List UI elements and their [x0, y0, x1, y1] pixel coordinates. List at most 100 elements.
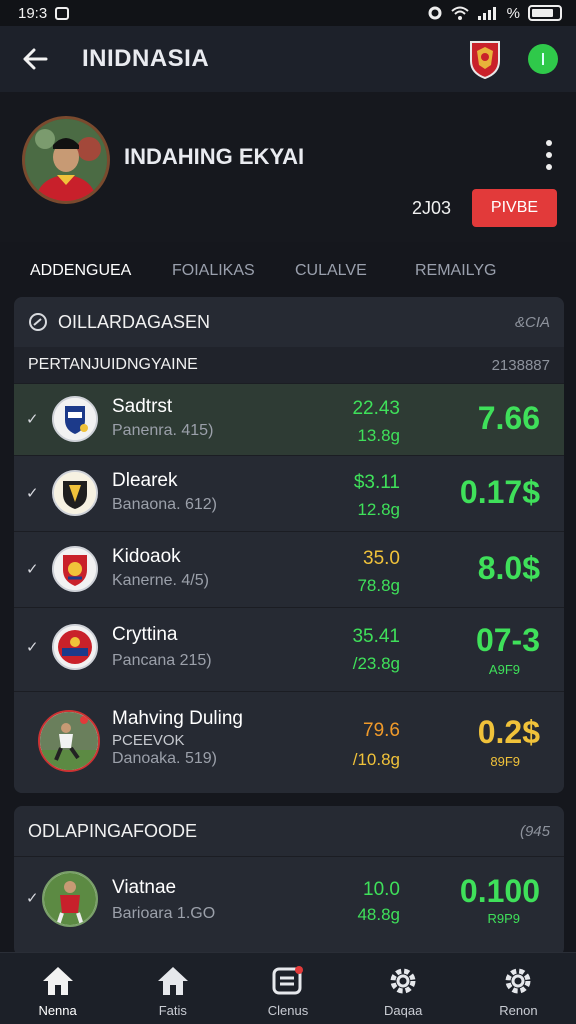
row-value-sub: R9P9 — [487, 911, 520, 926]
nav-label: Clenus — [267, 1003, 309, 1018]
row-value: 8.0$ — [477, 550, 540, 586]
team-crest-icon[interactable] — [468, 39, 502, 79]
nav-item-fatis[interactable]: Fatis — [115, 953, 230, 1024]
battery-icon — [528, 5, 562, 21]
section-meta: (945 — [519, 822, 550, 840]
section-card-1: OILLARDAGASEN &CIA PERTANJUIDNGYAINE 213… — [14, 297, 564, 793]
row-value-sub: 89F9 — [490, 754, 520, 769]
row-value: 0.100 — [459, 873, 540, 909]
tab-addenguea[interactable]: ADDENGUEA — [30, 262, 131, 280]
notification-icon — [55, 6, 70, 20]
online-status-button[interactable] — [528, 44, 558, 74]
row-value: 07-3 — [475, 622, 540, 658]
row-subtitle: Pancana 215) — [112, 652, 212, 669]
profile-action-button[interactable]: PIVBE — [472, 189, 557, 227]
row-subtitle: Panenra. 415) — [112, 422, 214, 439]
tab-culalve[interactable]: CULALVE — [295, 262, 367, 280]
odds-bottom: 48.8g — [357, 905, 400, 924]
odds-top: 10.0 — [363, 879, 400, 900]
list-item[interactable]: ✓ Dlearek Banaona. 612) $3.11 12.8g 0.17… — [14, 455, 564, 531]
settings-status-icon — [428, 6, 442, 20]
list-item[interactable]: ✓ Cryttina Pancana 215) 35.41 /23.8g 07-… — [14, 607, 564, 691]
list-item[interactable]: ✓ Kidoaok Kanerne. 4/5) 35.0 78.8g 8.0$ — [14, 531, 564, 607]
profile-name: INDAHING EKYAI — [124, 144, 305, 169]
row-subtitle: Kanerne. 4/5) — [112, 572, 209, 589]
subsection-header: PERTANJUIDNGYAINE 2138887 — [14, 347, 564, 383]
odds-top: 79.6 — [363, 720, 400, 741]
nav-label: Renon — [499, 1003, 538, 1018]
nav-label: Nenna — [38, 1003, 77, 1018]
odds-top: 35.41 — [352, 626, 400, 647]
app-bar: INIDNASIA — [0, 26, 576, 92]
club-logo-icon — [52, 546, 98, 592]
row-value: 0.17$ — [459, 474, 540, 510]
row-subtitle: Banaona. 612) — [112, 496, 217, 513]
section-header[interactable]: OILLARDAGASEN &CIA — [14, 297, 564, 347]
odds-top: $3.11 — [353, 472, 400, 493]
status-bar: 19:3 % — [0, 0, 576, 26]
nav-item-nenna[interactable]: Nenna — [0, 953, 115, 1024]
check-icon: ✓ — [26, 485, 39, 502]
row-subtitle: Barioara 1.GO — [112, 905, 216, 922]
clock-icon — [29, 313, 47, 331]
odds-bottom: /10.8g — [352, 750, 400, 769]
row-name: Kidoaok — [112, 546, 181, 567]
section-meta: &CIA — [514, 313, 550, 331]
subsection-meta: 2138887 — [491, 356, 550, 374]
odds-bottom: 78.8g — [357, 576, 400, 595]
check-icon: ✓ — [26, 411, 39, 428]
list-item[interactable]: ✓ Viatnae Barioara 1.GO 10.0 48.8g 0.100… — [14, 856, 564, 942]
list-item[interactable]: ✓ Sadtrst Panenra. 415) 22.43 13.8g 7.66 — [14, 383, 564, 455]
signal-icon — [477, 7, 496, 20]
row-name: Sadtrst — [112, 396, 173, 417]
odds-top: 35.0 — [363, 548, 400, 569]
row-name: Mahving Duling — [112, 708, 243, 729]
check-icon: ✓ — [26, 890, 39, 907]
row-name: Cryttina — [112, 624, 178, 645]
list-item[interactable]: Mahving Duling PCEEVOK Danoaka. 519) 79.… — [14, 691, 564, 793]
home-icon — [42, 967, 73, 995]
tab-remailyg[interactable]: REMAILYG — [415, 262, 497, 280]
odds-bottom: 12.8g — [357, 500, 400, 519]
nav-item-daqaa[interactable]: Daqaa — [346, 953, 461, 1024]
profile-header: INDAHING EKYAI 2J03 PIVBE — [0, 92, 576, 242]
player-photo-icon — [38, 710, 100, 772]
profile-count: 2J03 — [412, 198, 452, 218]
gear-icon — [505, 968, 531, 994]
odds-bottom: 13.8g — [357, 426, 400, 445]
status-time: 19:3 — [18, 4, 48, 22]
arrow-left-icon — [23, 48, 48, 70]
odds-top: 22.43 — [352, 398, 400, 419]
person-photo-icon — [25, 119, 107, 201]
back-button[interactable] — [18, 42, 52, 76]
signal-text: % — [506, 4, 520, 22]
section-card-2: ODLAPINGAFOODE (945 ✓ Viatnae Barioara 1… — [14, 806, 564, 956]
check-icon: ✓ — [26, 639, 39, 656]
tab-bar: ADDENGUEA FOIALIKAS CULALVE REMAILYG — [0, 250, 576, 290]
player-photo-icon — [42, 871, 98, 927]
tab-foialikas[interactable]: FOIALIKAS — [172, 262, 255, 280]
avatar[interactable] — [22, 116, 110, 204]
section-header[interactable]: ODLAPINGAFOODE (945 — [14, 806, 564, 856]
message-icon — [272, 966, 303, 995]
check-icon: ✓ — [26, 561, 39, 578]
row-value: 0.2$ — [477, 714, 540, 750]
row-tag: PCEEVOK — [112, 732, 185, 749]
bottom-nav: Nenna Fatis Clenus Daqaa Renon — [0, 952, 576, 1024]
club-logo-icon — [52, 470, 98, 516]
home-icon — [157, 967, 188, 995]
row-name: Viatnae — [112, 877, 177, 898]
more-options-button[interactable] — [542, 140, 556, 170]
gear-icon — [390, 968, 416, 994]
nav-label: Daqaa — [384, 1003, 423, 1018]
club-logo-icon — [52, 624, 98, 670]
wifi-icon — [450, 6, 469, 20]
row-value-sub: A9F9 — [488, 662, 520, 677]
subsection-title: PERTANJUIDNGYAINE — [28, 356, 198, 373]
row-name: Dlearek — [112, 470, 178, 491]
row-value: 7.66 — [477, 400, 540, 436]
nav-item-clenus[interactable]: Clenus — [230, 953, 345, 1024]
nav-item-renon[interactable]: Renon — [461, 953, 576, 1024]
page-title: INIDNASIA — [82, 45, 210, 72]
odds-bottom: /23.8g — [352, 654, 400, 673]
